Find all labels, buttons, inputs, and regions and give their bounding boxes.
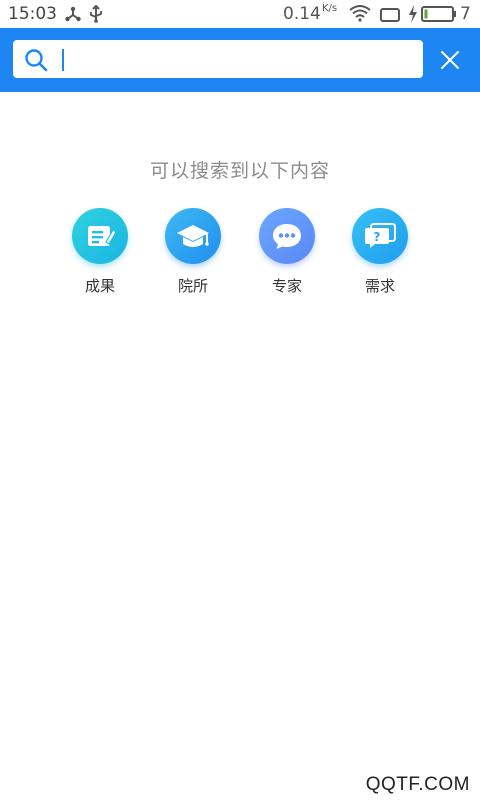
search-input[interactable] [57, 44, 411, 74]
wifi-icon [349, 4, 371, 26]
screen-icon [380, 7, 400, 26]
category-label: 成果 [84, 277, 115, 295]
usb-icon [89, 4, 103, 27]
results-icon [72, 208, 128, 264]
status-bar: 15:03 0.14 K/s 7 [0, 0, 480, 28]
network-speed-unit: K/s [322, 3, 338, 14]
search-hint: 可以搜索到以下内容 [149, 160, 330, 182]
svg-text:?: ? [374, 230, 381, 244]
close-button[interactable] [436, 46, 464, 74]
search-header [0, 28, 480, 92]
category-label: 专家 [271, 277, 302, 295]
battery-icon [421, 6, 457, 26]
status-time: 15:03 [8, 4, 57, 24]
text-cursor [62, 49, 64, 71]
close-icon [436, 51, 464, 78]
watermark: QQTF.COM [365, 774, 470, 795]
network-speed: 0.14 [283, 4, 321, 24]
category-demands[interactable]: ? 需求 [340, 208, 420, 296]
graduation-cap-icon [165, 208, 221, 264]
category-experts[interactable]: 专家 [247, 208, 327, 296]
category-institutes[interactable]: 院所 [153, 208, 233, 296]
category-label: 需求 [364, 277, 395, 295]
search-icon [24, 48, 48, 72]
category-label: 院所 [177, 277, 208, 295]
search-box[interactable] [13, 40, 423, 78]
chat-bubble-icon [259, 208, 315, 264]
battery-level: 7 [460, 4, 471, 24]
question-bubble-icon: ? [352, 208, 408, 264]
charging-icon [408, 5, 418, 27]
category-results[interactable]: 成果 [60, 208, 140, 296]
network-share-icon [64, 5, 82, 27]
